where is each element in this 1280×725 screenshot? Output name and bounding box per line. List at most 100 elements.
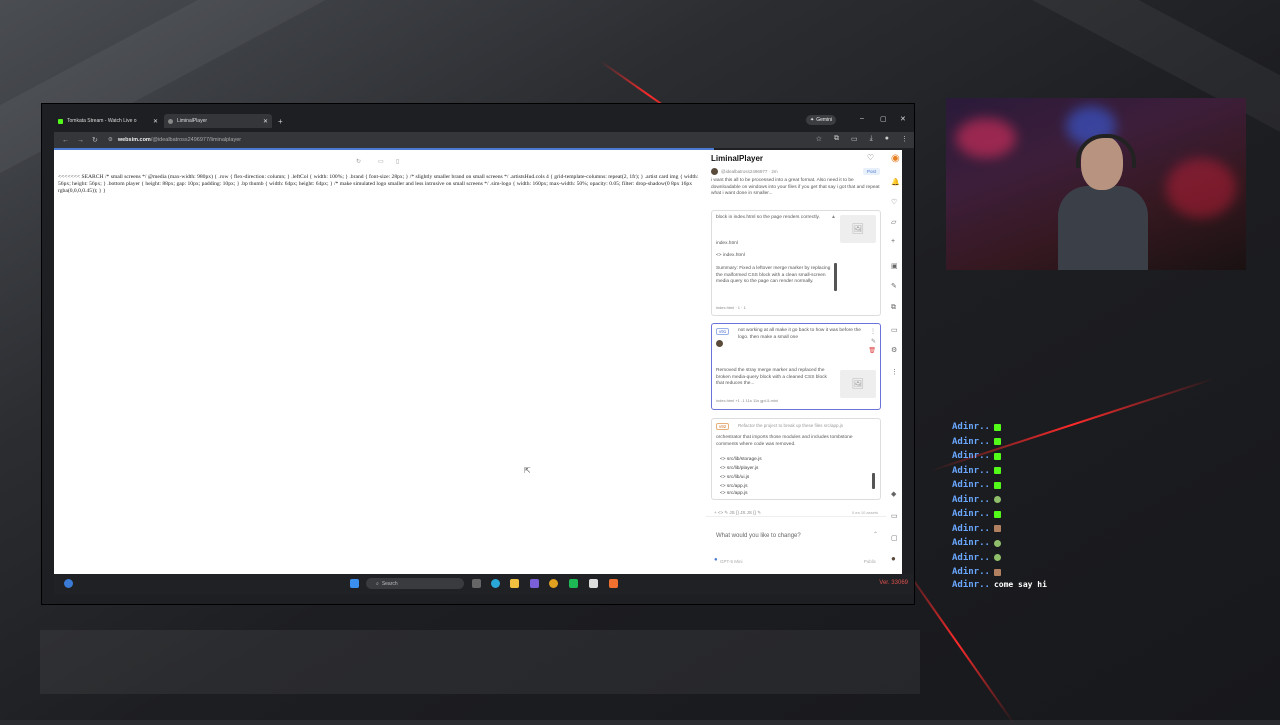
bookmark-star-icon[interactable]: ☆ [816,135,822,143]
visibility-selector[interactable]: Public [864,559,876,564]
project-title: LiminalPlayer [711,154,764,163]
initial-prompt: i want this all to be processed into a g… [711,178,880,196]
emote-icon [993,525,1001,533]
pin-icon[interactable]: ◆ [891,490,896,498]
new-tab-button[interactable]: + [278,117,283,126]
prompt-input[interactable]: What would you like to change? [716,533,801,539]
taskbar-search[interactable]: ⌕ Search [366,578,464,589]
desktop-view-icon[interactable]: ▭ [378,158,384,165]
author-line[interactable]: @idealbatross2496977 · 2m [711,168,778,175]
websim-panel: LiminalPlayer ♡ @idealbatross2496977 · 2… [706,150,886,574]
file-link[interactable]: <> index.html [716,253,745,260]
file-link[interactable]: <> src/lib/player.js [720,464,762,473]
gemini-button[interactable]: ✦ Gemini [806,115,837,125]
model-selector[interactable]: GPT-5 Mini [720,559,743,564]
card-scrollbar[interactable] [834,263,837,291]
chat-username: Adinr.. [952,552,990,563]
folder-icon[interactable]: ▱ [891,218,896,226]
box-icon[interactable]: ▢ [891,534,898,542]
url-path: /@idealbatross2496977/liminalplayer [150,137,242,143]
rendered-code-text: <<<<<<< SEARCH /* small screens */ @medi… [58,174,699,194]
tab-liminalplayer[interactable]: LiminalPlayer ✕ [164,114,272,128]
more-icon[interactable]: ⋮ [870,328,876,335]
sidebar-icon[interactable]: ▭ [851,135,858,143]
version-card[interactable]: block in index.html so the page renders … [711,210,881,316]
avatar[interactable]: ● [891,554,896,563]
notification-icon[interactable] [64,579,73,588]
scroll-up-icon[interactable]: ▲ [831,214,836,220]
heart-icon[interactable]: ♡ [867,153,874,162]
delete-icon[interactable]: 🗑 [868,347,876,354]
refresh-preview-icon[interactable]: ↻ [356,158,361,165]
site-info-icon[interactable]: ⚙ [108,137,113,143]
reload-icon[interactable]: ↻ [92,136,98,144]
task-view-icon[interactable] [472,579,481,588]
emote-icon [993,481,1001,489]
close-tab-icon[interactable]: ✕ [153,118,158,125]
chrome-logo-icon[interactable]: ◉ [891,153,900,164]
post-button[interactable]: Post [862,168,880,175]
edit-icon[interactable]: ✎ [871,338,876,345]
chat-username: Adinr.. [952,538,990,549]
more-icon[interactable]: ⋮ [891,368,898,376]
bell-icon[interactable]: 🔔 [891,178,900,186]
light-glow [1166,158,1236,218]
puzzle-icon[interactable]: ⧉ [891,304,896,312]
close-window-button[interactable]: ✕ [900,115,906,123]
plus-icon[interactable]: + [891,238,895,245]
emote-icon [993,554,1001,562]
edge-icon[interactable] [491,579,500,588]
mobile-view-icon[interactable]: ▯ [396,158,399,165]
chat-message: Adinr.. [952,420,1092,435]
kick-icon[interactable] [569,579,578,588]
profile-icon[interactable]: ● [885,135,889,143]
user-prompt: not working at all make it go back to ho… [738,328,861,340]
chrome-icon[interactable] [549,579,558,588]
image-icon[interactable]: ▣ [891,262,898,270]
discord-icon[interactable] [530,579,539,588]
file-link[interactable]: <> src/lib/ui.js [720,473,762,482]
emote-icon [993,496,1001,504]
gemini-icon: ✦ [810,117,815,123]
maximize-button[interactable]: ▢ [880,115,887,123]
emote-icon [993,423,1001,431]
obs-icon[interactable] [589,579,598,588]
back-icon[interactable]: ← [62,137,69,144]
credits-text: 0 ea 10 assets [851,510,878,515]
version-card-selected[interactable]: v91 not working at all make it go back t… [711,323,881,410]
close-tab-icon[interactable]: ✕ [263,118,268,125]
chat-username: Adinr.. [952,465,990,476]
menu-icon[interactable]: ⋮ [901,135,908,143]
minimize-button[interactable]: – [860,115,864,122]
version-text: Ver. 33069 [879,580,908,586]
tab-stream[interactable]: Tomkata Stream - Watch Live o ✕ [54,114,162,128]
emote-icon [993,452,1001,460]
chat-message: Adinr.. [952,464,1092,479]
download-icon[interactable]: ⤓ [870,135,873,143]
heart-icon[interactable]: ♡ [891,198,897,206]
card-scrollbar[interactable] [872,473,875,489]
chat-username: Adinr.. [952,436,990,447]
forward-icon[interactable]: → [77,137,84,144]
comment-icon[interactable]: ▭ [891,512,898,520]
app-icon[interactable] [609,579,618,588]
emote-icon [993,510,1001,518]
extensions-icon[interactable]: ⧉ [834,135,839,143]
expand-icon[interactable]: ⌃ [873,531,878,538]
url-host: websim.com [117,137,151,143]
tab-label: Tomkata Stream - Watch Live o [67,118,137,124]
chat-username: Adinr.. [952,567,990,578]
avatar [711,168,718,175]
chat-username: Adinr.. [952,579,990,590]
page-content: ↻ ▭ ▯ <<<<<<< SEARCH /* small screens */… [54,150,902,574]
pencil-icon[interactable]: ✎ [891,282,897,290]
url-field[interactable]: ⚙ websim.com /@idealbatross2496977/limin… [108,137,241,143]
settings-icon[interactable]: ⚙ [891,346,897,354]
file-link[interactable]: <> src/lib/storage.js [720,455,762,464]
file-link[interactable]: <> src/app.js [720,489,762,498]
chat-icon[interactable]: ▭ [891,326,898,334]
version-card[interactable]: v92 Refactor the project to break up the… [711,418,881,500]
chat-message: Adinr.. [952,522,1092,537]
windows-start-icon[interactable] [350,579,359,588]
file-explorer-icon[interactable] [510,579,519,588]
